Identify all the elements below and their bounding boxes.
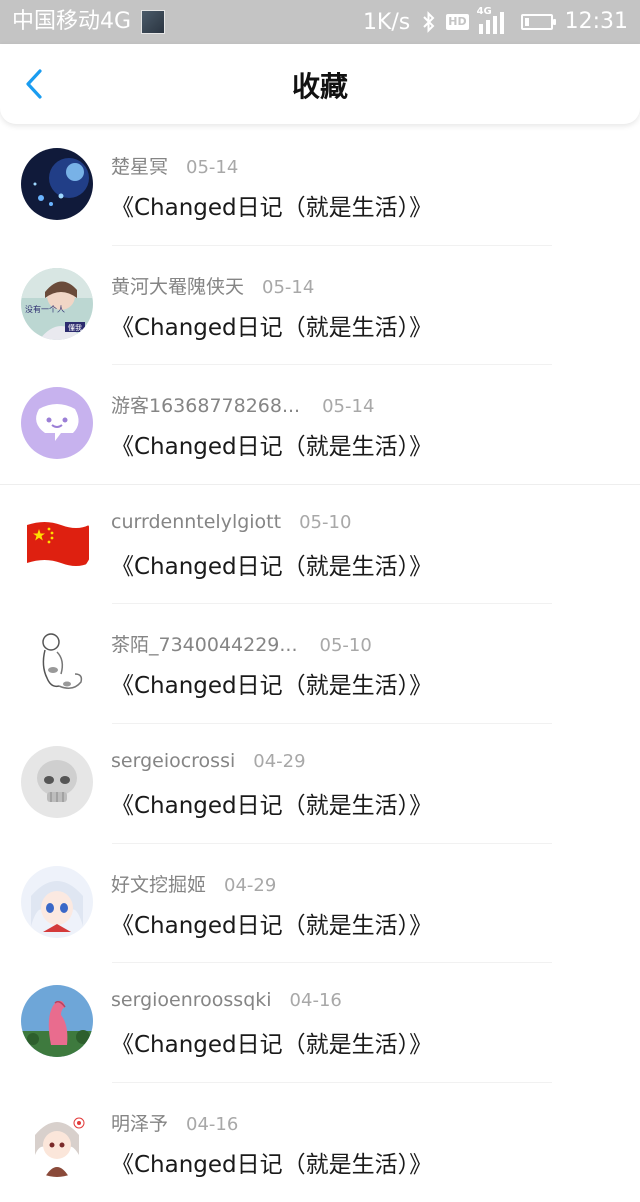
notification-thumbnail-icon [141, 10, 166, 34]
page-title: 收藏 [291, 70, 348, 103]
item-date: 05-14 [322, 396, 375, 418]
list-item[interactable]: sergeiocrossi 04-29 《Changed日记（就是生活）》 [0, 724, 640, 844]
avatar-text-line2: 懂我 [68, 323, 82, 332]
avatar [21, 148, 93, 220]
item-title: 《Changed日记（就是生活）》 [111, 912, 433, 939]
item-username: 楚星冥 [111, 156, 169, 178]
list-item[interactable]: 没有一个人 懂我 黄河大罨隗侠天 05-14 《Changed日记（就是生活）》 [0, 246, 640, 366]
item-username: currdenntelylgiott [111, 510, 282, 533]
status-bar: 中国移动4G 1K/s HD 4G 12:31 [0, 0, 640, 44]
avatar [21, 985, 93, 1058]
avatar: 没有一个人 懂我 [21, 267, 93, 340]
favorites-list: 楚星冥 05-14 《Changed日记（就是生活）》 没有一个人 懂我 黄河大… [0, 126, 640, 1202]
item-title: 《Changed日记（就是生活）》 [111, 1151, 433, 1178]
network-speed: 1K/s [362, 9, 411, 35]
item-date: 05-14 [186, 157, 239, 178]
item-username: 明泽予 [111, 1112, 169, 1135]
item-title: 《Changed日记（就是生活）》 [111, 434, 433, 461]
list-item[interactable]: 茶陌_7340044229... 05-10 《Changed日记（就是生活）》 [0, 604, 640, 724]
list-item[interactable]: 好文挖掘姬 04-29 《Changed日记（就是生活）》 [0, 844, 640, 964]
item-title: 《Changed日记（就是生活）》 [111, 553, 433, 580]
item-date: 05-10 [319, 635, 372, 657]
item-date: 05-10 [299, 511, 352, 533]
item-title: 《Changed日记（就是生活）》 [111, 1032, 433, 1059]
item-date: 04-16 [289, 990, 342, 1012]
item-username: sergeiocrossi [111, 749, 236, 772]
item-username: 游客16368778268... [111, 395, 301, 418]
item-title: 《Changed日记（就是生活）》 [111, 314, 433, 341]
avatar-text-line1: 没有一个人 [25, 304, 65, 314]
item-date: 04-16 [186, 1113, 239, 1135]
list-item[interactable]: currdenntelylgiott 05-10 《Changed日记（就是生活… [0, 485, 640, 605]
carrier-label: 中国移动4G [12, 9, 132, 34]
avatar [21, 387, 93, 460]
signal-icon: 4G [477, 6, 511, 34]
item-username: 好文挖掘姬 [111, 873, 207, 896]
list-item[interactable]: 游客16368778268... 05-14 《Changed日记（就是生活）》 [0, 365, 640, 485]
clock: 12:31 [564, 9, 628, 34]
item-date: 04-29 [253, 750, 306, 772]
item-username: 茶陌_7340044229... [111, 634, 298, 657]
hd-badge: HD [446, 14, 469, 30]
bluetooth-icon [423, 11, 435, 33]
item-title: 《Changed日记（就是生活）》 [111, 195, 433, 221]
item-username: sergioenroossqki [111, 989, 272, 1012]
avatar [21, 1104, 93, 1177]
list-item[interactable]: 明泽予 04-16 《Changed日记（就是生活）》 [0, 1083, 640, 1202]
item-date: 05-14 [262, 276, 315, 298]
item-title: 《Changed日记（就是生活）》 [111, 673, 433, 700]
item-title: 《Changed日记（就是生活）》 [111, 792, 433, 819]
avatar [21, 865, 93, 938]
avatar [21, 506, 93, 579]
avatar [21, 745, 93, 818]
item-username: 黄河大罨隗侠天 [111, 275, 245, 298]
list-item[interactable]: sergioenroossqki 04-16 《Changed日记（就是生活）》 [0, 963, 640, 1083]
list-item[interactable]: 楚星冥 05-14 《Changed日记（就是生活）》 [0, 126, 640, 246]
app-header: 收藏 [0, 44, 640, 124]
item-date: 04-29 [224, 874, 277, 896]
avatar [21, 626, 93, 699]
battery-icon [520, 14, 556, 30]
